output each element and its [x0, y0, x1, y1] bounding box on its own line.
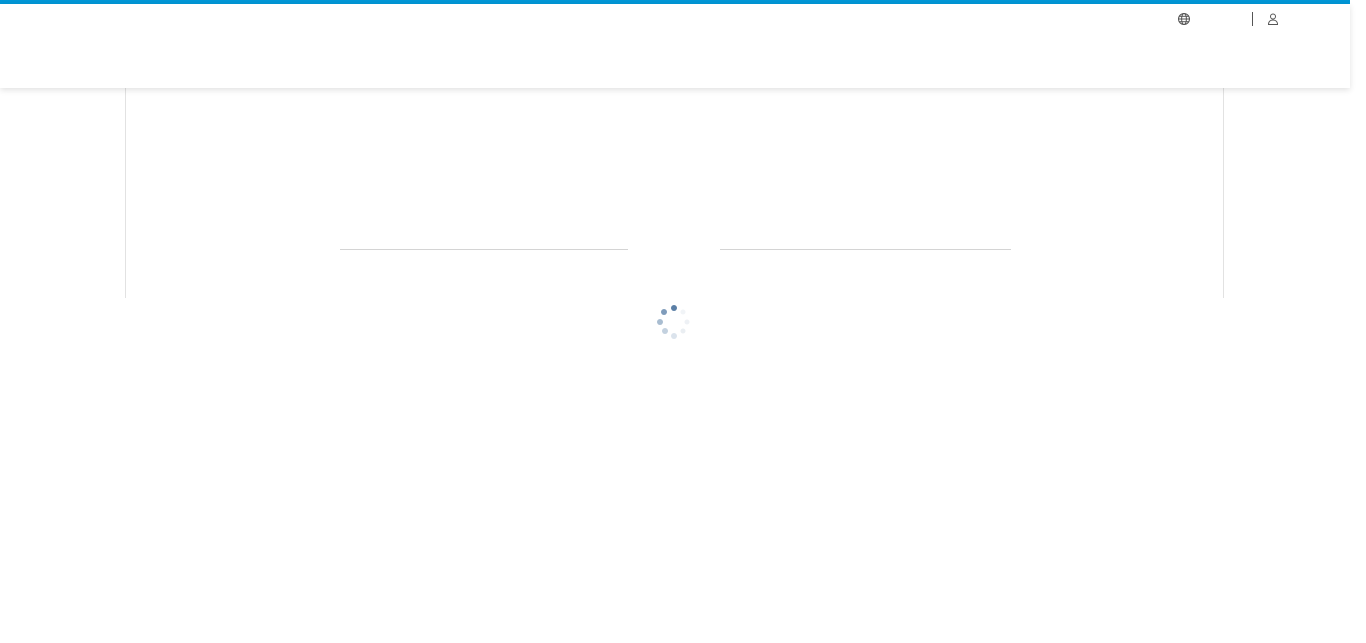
scrollbar[interactable]	[1350, 0, 1366, 643]
site-header	[0, 4, 1350, 88]
user-icon[interactable]	[1265, 11, 1281, 27]
divider-rule-left	[340, 249, 628, 250]
spinner-icon	[654, 302, 694, 342]
globe-icon[interactable]	[1176, 11, 1192, 27]
utility-nav	[1176, 11, 1279, 27]
divider-rule-right	[720, 249, 1011, 250]
content-frame	[125, 88, 1224, 298]
utility-divider	[1252, 12, 1253, 26]
